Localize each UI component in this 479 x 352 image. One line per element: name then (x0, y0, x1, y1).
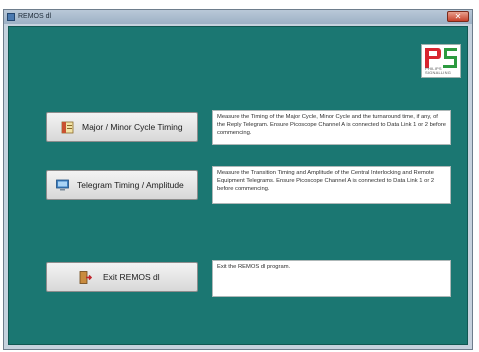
logo-caption: PHILIPS SIGNALLING (425, 66, 452, 75)
exit-remos-description: Exit the REMOS dl program. (212, 260, 451, 297)
exit-remos-button[interactable]: Exit REMOS dl (46, 262, 198, 292)
app-icon (7, 13, 15, 21)
exit-door-icon (79, 271, 92, 284)
telegram-timing-amplitude-label: Telegram Timing / Amplitude (77, 180, 184, 190)
major-minor-cycle-description: Measure the Timing of the Major Cycle, M… (212, 110, 451, 145)
window-title: REMOS dl (18, 13, 52, 20)
calendar-icon (61, 121, 74, 134)
monitor-icon (56, 179, 69, 191)
major-minor-cycle-timing-button[interactable]: Major / Minor Cycle Timing (46, 112, 198, 142)
title-bar[interactable]: REMOS dl ✕ (4, 10, 472, 24)
close-button[interactable]: ✕ (447, 11, 469, 22)
remos-window: REMOS dl ✕ PHILIPS SIGNALLING Major / Mi… (3, 9, 473, 350)
telegram-timing-amplitude-button[interactable]: Telegram Timing / Amplitude (46, 170, 198, 200)
main-panel: PHILIPS SIGNALLING Major / Minor Cycle T… (8, 26, 468, 345)
telegram-timing-description: Measure the Transition Timing and Amplit… (212, 166, 451, 204)
company-logo: PHILIPS SIGNALLING (421, 44, 461, 78)
exit-remos-label: Exit REMOS dl (103, 272, 160, 282)
major-minor-cycle-timing-label: Major / Minor Cycle Timing (82, 122, 183, 132)
